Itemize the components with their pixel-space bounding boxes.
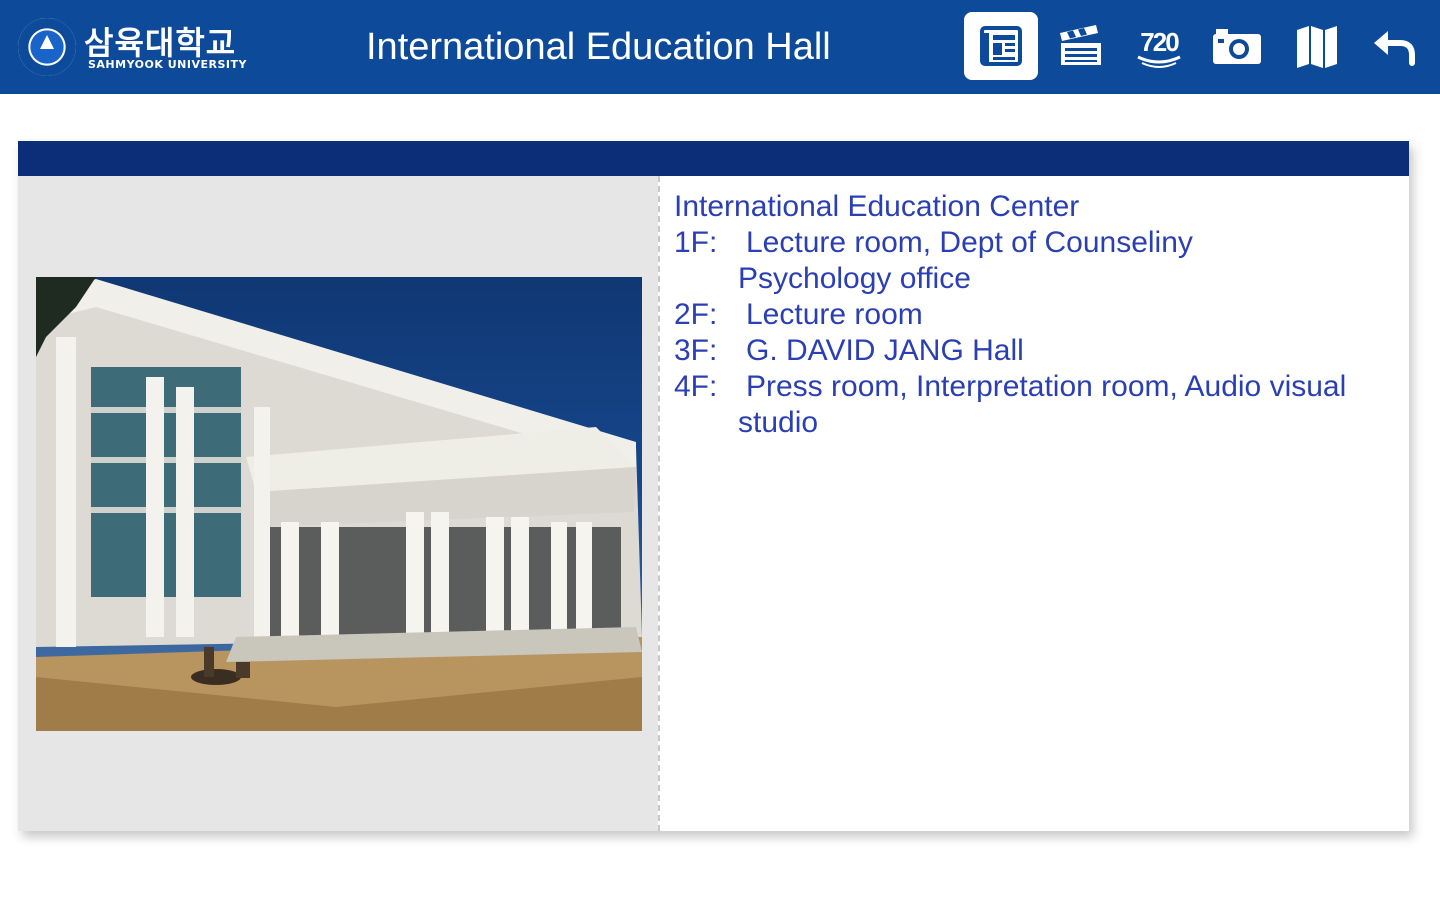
floor-label: 4F: bbox=[674, 370, 718, 403]
floor-row-continued: studio bbox=[674, 405, 1394, 441]
panel-divider bbox=[658, 176, 660, 831]
building-image bbox=[36, 277, 642, 731]
camera-icon bbox=[1213, 29, 1261, 64]
floor-row: 4F: Press room, Interpretation room, Aud… bbox=[674, 369, 1394, 405]
floor-label: 1F: bbox=[674, 226, 718, 259]
floor-row: 2F: Lecture room bbox=[674, 297, 1394, 333]
logo-english-text: SAHMYOOK UNIVERSITY bbox=[88, 58, 247, 71]
svg-text:720: 720 bbox=[1140, 27, 1179, 57]
floor-row: 3F: G. DAVID JANG Hall bbox=[674, 333, 1394, 369]
floor-description-continued: Psychology office bbox=[738, 262, 971, 295]
floor-description: Lecture room, Dept of Counseliny bbox=[746, 226, 1193, 259]
info-heading-text: International Education Center bbox=[674, 190, 1080, 223]
vr-720-button[interactable]: 720 bbox=[1122, 12, 1196, 80]
map-icon bbox=[1297, 26, 1337, 68]
floor-description: Lecture room bbox=[746, 298, 923, 331]
map-button[interactable] bbox=[1280, 12, 1354, 80]
app-header: 삼육대학교 SAHMYOOK UNIVERSITY International … bbox=[0, 0, 1440, 94]
building-photo[interactable] bbox=[36, 277, 642, 731]
info-button[interactable] bbox=[964, 12, 1038, 80]
university-seal-icon bbox=[18, 18, 76, 76]
vr-720-icon: 720 bbox=[1137, 27, 1181, 68]
floor-description: G. DAVID JANG Hall bbox=[746, 334, 1024, 367]
floor-label: 2F: bbox=[674, 298, 718, 331]
building-description: International Education Center 1F: Lectu… bbox=[674, 189, 1394, 441]
info-heading: International Education Center bbox=[674, 189, 1394, 225]
document-icon bbox=[980, 26, 1022, 66]
floor-description-continued: studio bbox=[738, 406, 819, 439]
back-button[interactable] bbox=[1358, 12, 1432, 80]
page-title: International Education Hall bbox=[366, 26, 831, 68]
floor-row: 1F: Lecture room, Dept of Counseliny bbox=[674, 225, 1394, 261]
panel-title-bar bbox=[18, 141, 1409, 176]
photo-area bbox=[18, 176, 658, 831]
back-arrow-icon bbox=[1374, 31, 1415, 66]
floor-label: 3F: bbox=[674, 334, 718, 367]
clapperboard-icon bbox=[1060, 25, 1101, 65]
video-button[interactable] bbox=[1044, 12, 1118, 80]
floor-description: Press room, Interpretation room, Audio v… bbox=[746, 370, 1347, 403]
floor-row-continued: Psychology office bbox=[674, 261, 1394, 297]
photo-button[interactable] bbox=[1200, 12, 1274, 80]
university-logo[interactable]: 삼육대학교 SAHMYOOK UNIVERSITY bbox=[18, 16, 268, 78]
building-info-panel: International Education Center 1F: Lectu… bbox=[18, 141, 1409, 831]
